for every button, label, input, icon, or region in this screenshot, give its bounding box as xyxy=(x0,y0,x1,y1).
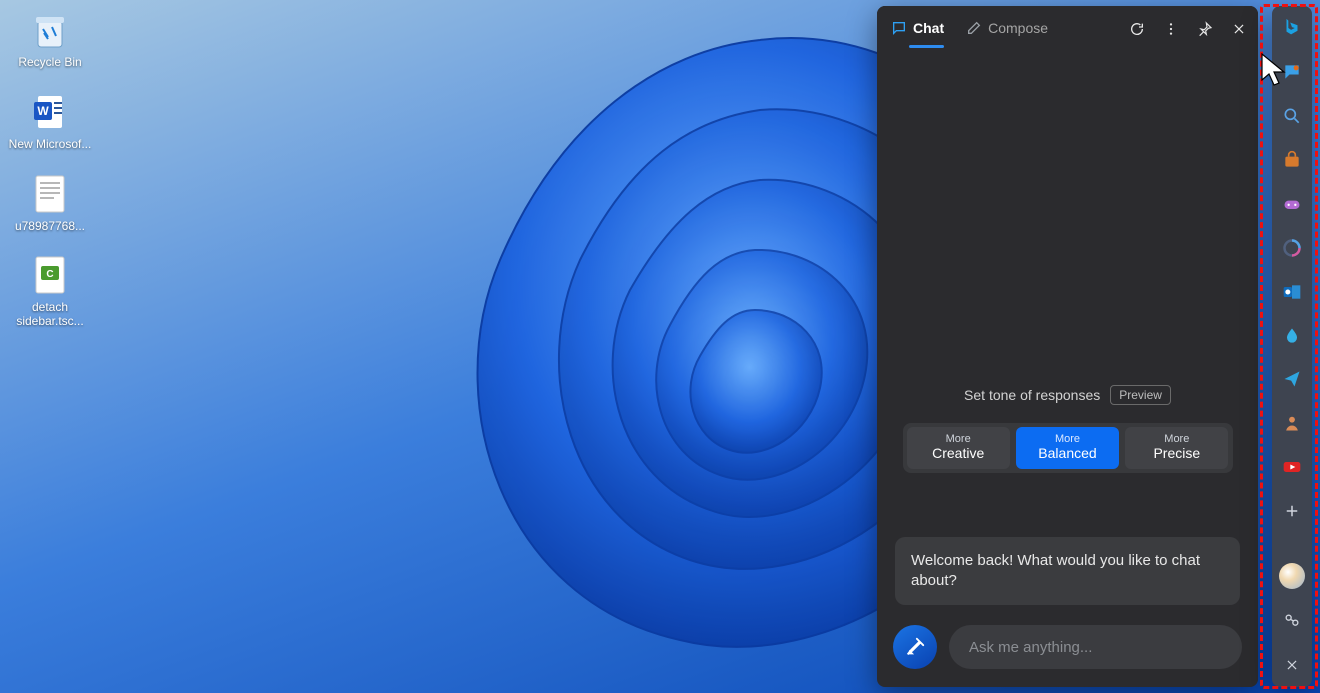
edge-sidebar xyxy=(1272,6,1312,687)
preview-badge: Preview xyxy=(1110,385,1171,405)
tone-option-precise[interactable]: More Precise xyxy=(1125,427,1228,469)
tone-heading: Set tone of responses xyxy=(964,387,1100,403)
bing-icon[interactable] xyxy=(1280,16,1304,40)
desktop-icon-word-doc[interactable]: W New Microsof... xyxy=(8,90,92,152)
chat-tab-icon xyxy=(891,20,907,36)
ask-input[interactable] xyxy=(967,638,1224,657)
welcome-message: Welcome back! What would you like to cha… xyxy=(895,537,1240,606)
new-topic-button[interactable] xyxy=(893,625,937,669)
refresh-icon[interactable] xyxy=(1128,20,1146,38)
panel-header: Chat Compose xyxy=(877,6,1258,52)
text-file-icon xyxy=(28,172,72,216)
tab-compose[interactable]: Compose xyxy=(966,20,1048,38)
tone-options: More Creative More Balanced More Precise xyxy=(903,423,1233,473)
outlook-icon[interactable] xyxy=(1280,280,1304,304)
tone-line2: Creative xyxy=(911,445,1006,461)
camtasia-file-icon: C xyxy=(28,253,72,297)
settings-icon[interactable] xyxy=(1280,609,1304,633)
send-icon[interactable] xyxy=(1280,368,1304,392)
more-icon[interactable] xyxy=(1162,20,1180,38)
desktop-icon-label: detach sidebar.tsc... xyxy=(8,301,92,329)
desktop-icon-recycle-bin[interactable]: Recycle Bin xyxy=(8,8,92,70)
office-icon[interactable] xyxy=(1280,236,1304,260)
panel-footer xyxy=(877,613,1258,687)
recycle-bin-icon xyxy=(28,8,72,52)
desktop-icon-detach-sidebar[interactable]: C detach sidebar.tsc... xyxy=(8,253,92,329)
search-icon[interactable] xyxy=(1280,104,1304,128)
desktop-icon-label: Recycle Bin xyxy=(18,56,81,70)
tab-chat[interactable]: Chat xyxy=(891,20,944,38)
tone-line1: More xyxy=(1129,433,1224,445)
svg-text:C: C xyxy=(46,269,53,280)
svg-text:W: W xyxy=(37,104,49,118)
tab-chat-label: Chat xyxy=(913,20,944,36)
close-icon[interactable] xyxy=(1230,20,1248,38)
avatar[interactable] xyxy=(1279,563,1305,589)
collapse-sidebar-icon[interactable] xyxy=(1280,653,1304,677)
chat-bubble-icon[interactable] xyxy=(1280,60,1304,84)
shopping-icon[interactable] xyxy=(1280,148,1304,172)
tone-line2: Balanced xyxy=(1020,445,1115,461)
broom-icon xyxy=(904,636,926,658)
bing-chat-panel: Chat Compose Set xyxy=(877,6,1258,687)
desktop-icon-label: New Microsof... xyxy=(9,138,92,152)
panel-body: Set tone of responses Preview More Creat… xyxy=(877,52,1258,613)
tone-heading-row: Set tone of responses Preview xyxy=(895,385,1240,405)
add-icon[interactable] xyxy=(1280,499,1304,523)
pin-icon[interactable] xyxy=(1196,20,1214,38)
tone-option-balanced[interactable]: More Balanced xyxy=(1016,427,1119,469)
games-icon[interactable] xyxy=(1280,192,1304,216)
word-doc-icon: W xyxy=(28,90,72,134)
tab-compose-label: Compose xyxy=(988,20,1048,36)
drop-icon[interactable] xyxy=(1280,324,1304,348)
desktop-icons: Recycle Bin W New Microsof... u7 xyxy=(8,8,108,329)
tone-option-creative[interactable]: More Creative xyxy=(907,427,1010,469)
person-icon[interactable] xyxy=(1280,411,1304,435)
tone-line2: Precise xyxy=(1129,445,1224,461)
tone-line1: More xyxy=(911,433,1006,445)
ask-input-wrap[interactable] xyxy=(949,625,1242,669)
tone-line1: More xyxy=(1020,433,1115,445)
desktop-icon-label: u78987768... xyxy=(15,220,85,234)
youtube-icon[interactable] xyxy=(1280,455,1304,479)
compose-tab-icon xyxy=(966,20,982,36)
desktop-icon-text-file[interactable]: u78987768... xyxy=(8,172,92,234)
